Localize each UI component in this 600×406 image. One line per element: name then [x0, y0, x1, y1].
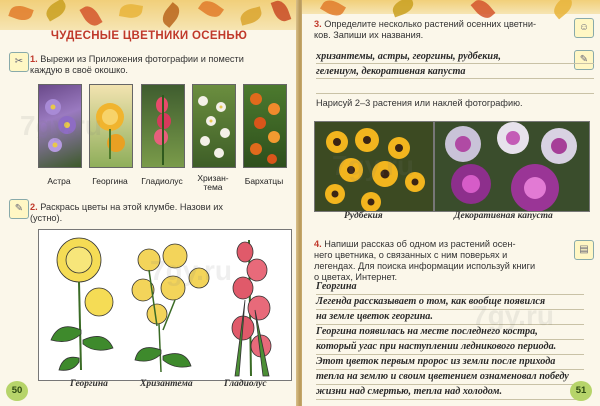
autumn-leaves-border — [302, 0, 600, 22]
marigold-image — [250, 93, 280, 164]
task-1-line-2: каждую в своё окошко. — [30, 65, 128, 75]
answer-4-line-1[interactable]: Георгина — [316, 280, 584, 295]
right-page: 3. Определите несколько растений осенних… — [302, 0, 600, 406]
book-icon: ▤ — [574, 240, 594, 260]
watermark: 7gy.ru — [150, 255, 232, 286]
pencil-icon: ✎ — [9, 199, 29, 219]
gladiolus-outline — [231, 239, 272, 377]
caption-dahlia: Георгина — [92, 176, 128, 186]
page-number-right: 51 — [570, 381, 592, 401]
left-page: ЧУДЕСНЫЕ ЦВЕТНИКИ ОСЕНЬЮ ✂ 1. Вырежи из … — [0, 0, 298, 406]
group-work-icon: ☺ — [574, 18, 594, 38]
drawing-caption-gladiolus: Гладиолус — [224, 379, 267, 389]
task-4-line-2: него цветника, о связанных с ним поверья… — [314, 250, 508, 260]
watermark: 7gy.ru — [20, 110, 102, 141]
task-4-line-3: легендах. Для поиска информации использу… — [314, 261, 536, 271]
task-2-line-1: Раскрась цветы на этой клумбе. Назови их — [40, 202, 223, 212]
answer-3-line-1[interactable]: хризантемы, астры, георгины, рудбекия, — [316, 50, 594, 64]
task-4-number: 4. — [314, 239, 322, 249]
answer-4-line-6[interactable]: Этот цветок первым пророс из земли после… — [316, 355, 584, 370]
dahlia-outline — [50, 237, 114, 371]
gladiolus-image — [154, 95, 171, 165]
photo-ornamental-cabbage — [434, 121, 590, 212]
task-3-line-1: Определите несколько растений осенних цв… — [324, 19, 537, 29]
answer-3-line-3[interactable] — [316, 80, 594, 94]
caption-ornamental-cabbage: Декоративная капуста — [454, 211, 553, 221]
answer-4-line-5[interactable]: который угас при наступлении ледникового… — [316, 340, 584, 355]
page-number-left: 50 — [6, 381, 28, 401]
task-3-line-2: ков. Запиши их названия. — [314, 30, 424, 40]
task-3-number: 3. — [314, 19, 322, 29]
task-3: 3. Определите несколько растений осенних… — [314, 19, 576, 41]
drawing-caption-dahlia: Георгина — [70, 379, 108, 389]
caption-marigold: Бархатцы — [244, 176, 284, 186]
task-4-line-1: Напиши рассказ об одном из растений осен… — [324, 239, 516, 249]
drawing-caption-chrysanthemum: Хризантема — [140, 379, 193, 389]
task-4: 4. Напиши рассказ об одном из растений о… — [314, 239, 576, 283]
ornamental-cabbage-image — [445, 122, 577, 211]
task-1-number: 1. — [30, 54, 38, 64]
chrysanthemum-image — [198, 96, 230, 158]
scissors-icon: ✂ — [9, 52, 29, 72]
flower-outline-drawing — [50, 237, 272, 377]
task-2-number: 2. — [30, 202, 38, 212]
task-2: 2. Раскрась цветы на этой клумбе. Назови… — [30, 202, 292, 224]
watermark: 7gy.ru — [332, 150, 414, 181]
page-title: ЧУДЕСНЫЕ ЦВЕТНИКИ ОСЕНЬЮ — [50, 30, 248, 42]
answer-4-line-8[interactable]: жизни над смертью, тепла над холодом. — [316, 385, 584, 400]
autumn-leaves-border — [0, 0, 298, 30]
watermark: 7gy.ru — [472, 300, 554, 331]
task-1-line-1: Вырежи из Приложения фотографии и помест… — [40, 54, 244, 64]
coloring-box[interactable] — [38, 229, 292, 381]
caption-chrysanthemum: Хризан- тема — [197, 173, 229, 192]
caption-aster: Астра — [47, 176, 71, 186]
caption-rudbeckia: Рудбекия — [344, 211, 383, 221]
task-2-line-2: (устно). — [30, 213, 63, 223]
photo-chrysanthemum — [192, 84, 236, 168]
caption-gladiolus: Гладиолус — [141, 176, 183, 186]
task-1: 1. Вырежи из Приложения фотографии и пом… — [30, 54, 292, 76]
draw-prompt: Нарисуй 2–3 растения или наклей фотограф… — [316, 98, 523, 108]
photo-gladiolus — [141, 84, 185, 168]
answer-4-line-7[interactable]: тепла на землю и своим цветением ознамен… — [316, 370, 584, 385]
photo-marigold — [243, 84, 287, 168]
answer-3-line-2[interactable]: гелениум, декоративная капуста — [316, 65, 594, 79]
